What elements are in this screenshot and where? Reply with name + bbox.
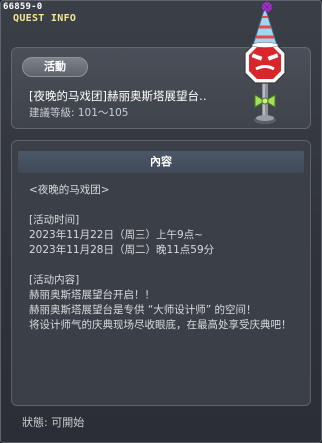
content-header: 內容: [18, 151, 304, 173]
party-hat-stop-sign-icon: [244, 1, 286, 124]
content-line: 赫丽奥斯塔展望台开启！！: [29, 289, 155, 301]
quest-status: 狀態: 可開始: [22, 416, 85, 429]
content-line: <夜晚的马戏团>: [29, 184, 110, 196]
content-line: 2023年11月22日（周三）上午9点~: [29, 229, 203, 241]
quest-content-panel: 內容 <夜晚的马戏团> [活动时间] 2023年11月22日（周三）上午9点~ …: [11, 140, 311, 406]
content-text: <夜晚的马戏团> [活动时间] 2023年11月22日（周三）上午9点~ 202…: [29, 183, 304, 333]
content-line: [活动时间]: [29, 214, 80, 226]
content-line: 赫丽奥斯塔展望台是专供 “大师设计师” 的空间！: [29, 304, 257, 316]
content-line: [活动内容]: [29, 274, 80, 286]
content-line: 2023年11月28日（周二）晚11点59分: [29, 244, 215, 256]
recommended-level: 建議等級: 101～105: [29, 107, 129, 119]
quest-info-window: 66859-0 QUEST INFO 活動 [夜晚的马戏团]赫丽奥斯塔展望台‥ …: [0, 0, 322, 443]
content-line: 将设计师气的庆典现场尽收眼底，在最高处享受庆典吧！: [29, 319, 292, 331]
category-badge: 活動: [22, 57, 88, 77]
quest-id: 66859-0: [3, 2, 43, 12]
quest-title: [夜晚的马戏团]赫丽奥斯塔展望台‥: [29, 89, 207, 103]
window-title: QUEST INFO: [13, 13, 77, 24]
